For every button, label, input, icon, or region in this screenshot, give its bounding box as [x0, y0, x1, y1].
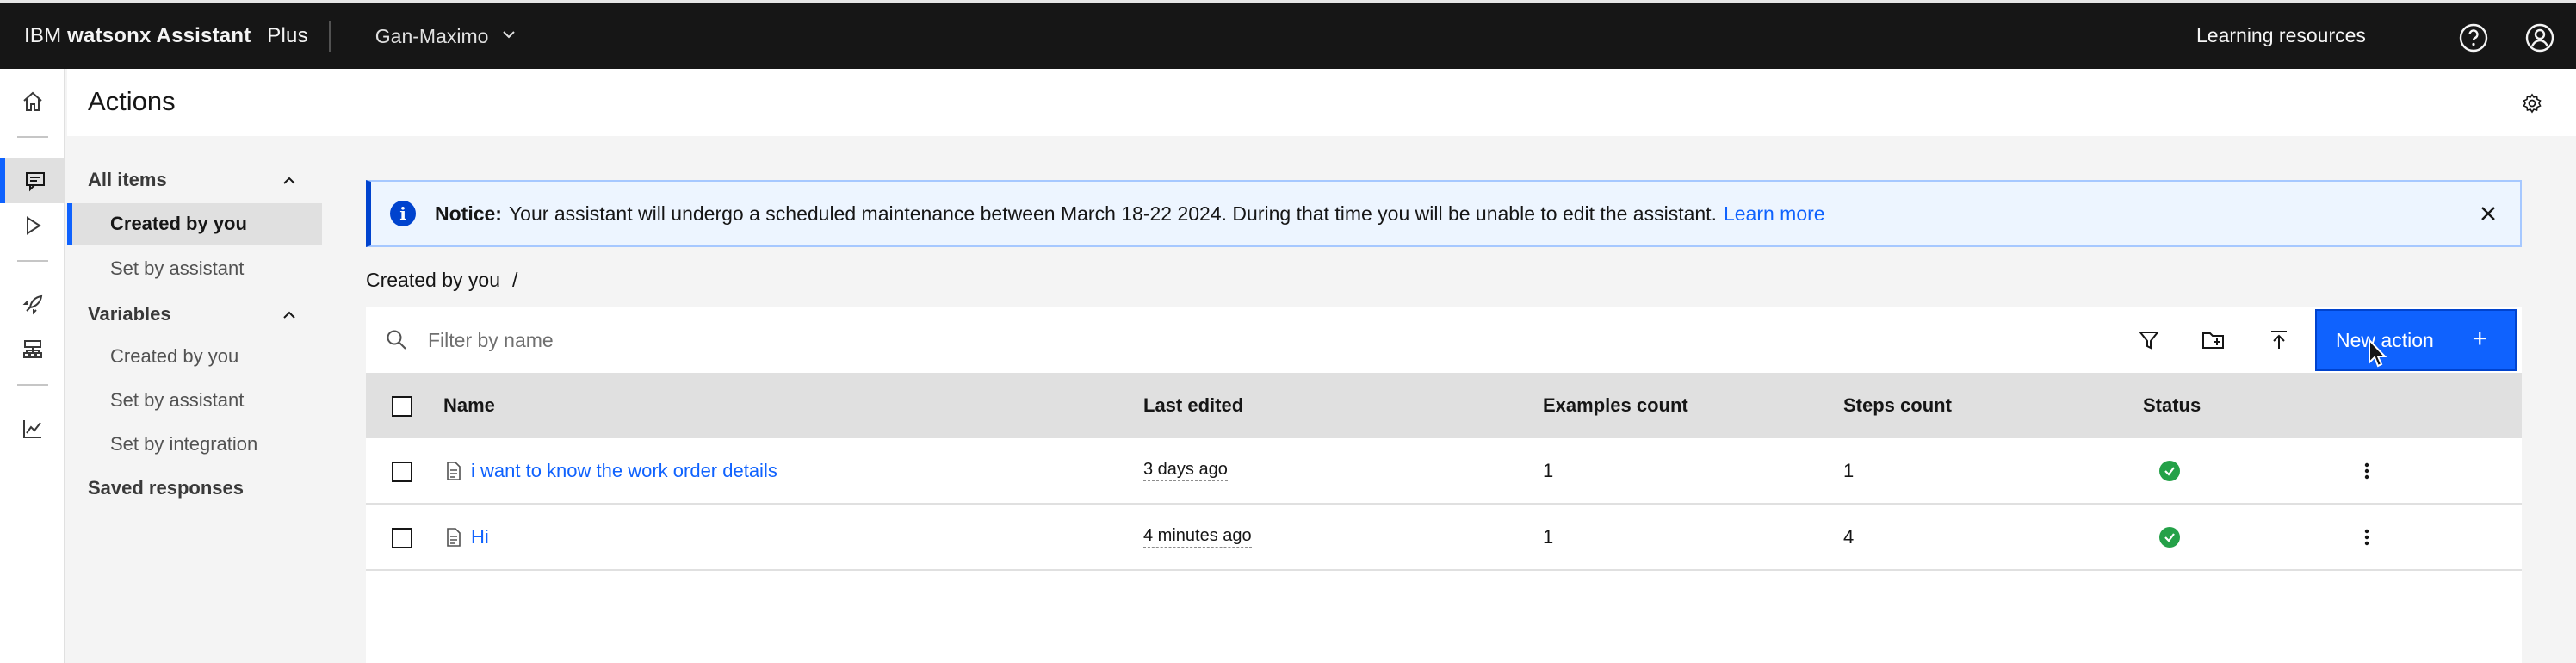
new-folder-icon[interactable]: [2198, 325, 2229, 356]
action-name-link[interactable]: Hi: [471, 526, 489, 548]
learning-resources-link[interactable]: Learning resources: [2196, 24, 2366, 47]
brand-plan: Plus: [267, 24, 308, 47]
overflow-menu-icon[interactable]: [2363, 505, 2370, 569]
nav-group-saved-responses[interactable]: Saved responses: [88, 477, 244, 499]
table-row[interactable]: Hi 4 minutes ago 1 4: [366, 505, 2522, 571]
instance-switcher[interactable]: Gan-Maximo: [375, 25, 518, 48]
table-toolbar: New action +: [366, 307, 2522, 373]
rail-divider: [17, 384, 48, 386]
status-cell: [2159, 438, 2180, 503]
rail-divider: [17, 136, 48, 138]
upload-icon[interactable]: [2263, 325, 2294, 356]
document-icon: [445, 527, 462, 548]
brand[interactable]: IBM watsonx Assistant Plus: [24, 24, 308, 48]
action-name-link[interactable]: i want to know the work order details: [471, 460, 777, 482]
mouse-cursor-icon: [2368, 338, 2390, 374]
document-icon: [445, 461, 462, 481]
nav-item-created-by-you[interactable]: Created by you: [67, 203, 322, 245]
column-header-name[interactable]: Name: [443, 373, 495, 438]
home-icon[interactable]: [0, 79, 65, 124]
breadcrumb-item[interactable]: Created by you: [366, 269, 500, 291]
nav-group-all-items[interactable]: All items: [88, 169, 167, 191]
row-checkbox[interactable]: [392, 462, 412, 482]
user-avatar-icon[interactable]: [2523, 21, 2557, 55]
maintenance-notice: i Notice: Your assistant will undergo a …: [366, 180, 2522, 247]
notice-message: Your assistant will undergo a scheduled …: [508, 201, 1717, 225]
chevron-up-icon[interactable]: [279, 305, 300, 325]
search-icon: [385, 328, 409, 356]
add-icon: +: [2472, 325, 2487, 353]
steps-count-cell: 1: [1843, 459, 1855, 481]
column-header-steps[interactable]: Steps count: [1843, 373, 1952, 438]
chevron-up-icon[interactable]: [279, 170, 300, 191]
select-all-checkbox[interactable]: [392, 396, 412, 417]
instance-name: Gan-Maximo: [375, 24, 489, 47]
overflow-menu-icon[interactable]: [2363, 438, 2370, 503]
nav-item-set-by-assistant[interactable]: Set by assistant: [67, 248, 322, 289]
nav-item-variables-set-by-assistant[interactable]: Set by assistant: [67, 380, 322, 421]
table-row[interactable]: i want to know the work order details 3 …: [366, 438, 2522, 505]
analytics-chart-icon[interactable]: [0, 406, 65, 451]
notice-title: Notice:: [435, 201, 502, 225]
nav-item-variables-set-by-integration[interactable]: Set by integration: [67, 424, 322, 465]
gear-icon[interactable]: [2518, 90, 2546, 117]
search-input[interactable]: [428, 323, 1461, 357]
action-name-cell[interactable]: Hi: [445, 505, 489, 569]
last-edited-cell: 3 days ago: [1143, 438, 1228, 503]
row-checkbox[interactable]: [392, 528, 412, 548]
environments-icon[interactable]: [0, 327, 65, 372]
checkmark-success-icon: [2159, 460, 2180, 481]
last-edited-value: 4 minutes ago: [1143, 526, 1252, 548]
table-header: Name Last edited Examples count Steps co…: [366, 373, 2522, 438]
icon-rail: [0, 69, 65, 663]
examples-count-cell: 1: [1543, 525, 1554, 548]
breadcrumb-separator: /: [511, 269, 518, 291]
nav-group-variables[interactable]: Variables: [88, 303, 171, 325]
action-name-cell[interactable]: i want to know the work order details: [445, 438, 777, 503]
top-bar: IBM watsonx Assistant Plus Gan-Maximo Le…: [0, 0, 2576, 69]
publish-rocket-icon[interactable]: [0, 282, 65, 327]
header-divider: [328, 21, 331, 52]
page-title: Actions: [88, 86, 176, 116]
steps-count-cell: 4: [1843, 525, 1855, 548]
page-header: Actions: [67, 69, 2576, 136]
rail-divider: [17, 260, 48, 262]
column-header-examples[interactable]: Examples count: [1543, 373, 1688, 438]
brand-prefix: IBM: [24, 24, 62, 47]
help-icon[interactable]: [2456, 21, 2491, 55]
nav-item-variables-created-by-you[interactable]: Created by you: [67, 336, 322, 377]
column-header-last-edited[interactable]: Last edited: [1143, 373, 1243, 438]
filter-icon[interactable]: [2133, 325, 2164, 356]
last-edited-cell: 4 minutes ago: [1143, 505, 1252, 569]
brand-product: watsonx Assistant: [67, 24, 251, 47]
secondary-nav: All items Created by you Set by assistan…: [67, 136, 322, 663]
preview-play-icon[interactable]: [0, 203, 65, 248]
learn-more-link[interactable]: Learn more: [1724, 202, 1825, 226]
checkmark-success-icon: [2159, 526, 2180, 548]
column-header-status[interactable]: Status: [2143, 373, 2201, 438]
actions-chat-icon[interactable]: [0, 158, 65, 203]
info-icon: i: [390, 201, 416, 226]
status-cell: [2159, 505, 2180, 569]
actions-table: Name Last edited Examples count Steps co…: [366, 373, 2522, 663]
last-edited-value: 3 days ago: [1143, 460, 1228, 481]
new-action-button[interactable]: New action +: [2313, 307, 2518, 373]
breadcrumb: Created by you /: [366, 269, 517, 292]
chevron-down-icon: [500, 25, 517, 48]
close-icon[interactable]: [2475, 201, 2501, 226]
examples-count-cell: 1: [1543, 459, 1554, 481]
